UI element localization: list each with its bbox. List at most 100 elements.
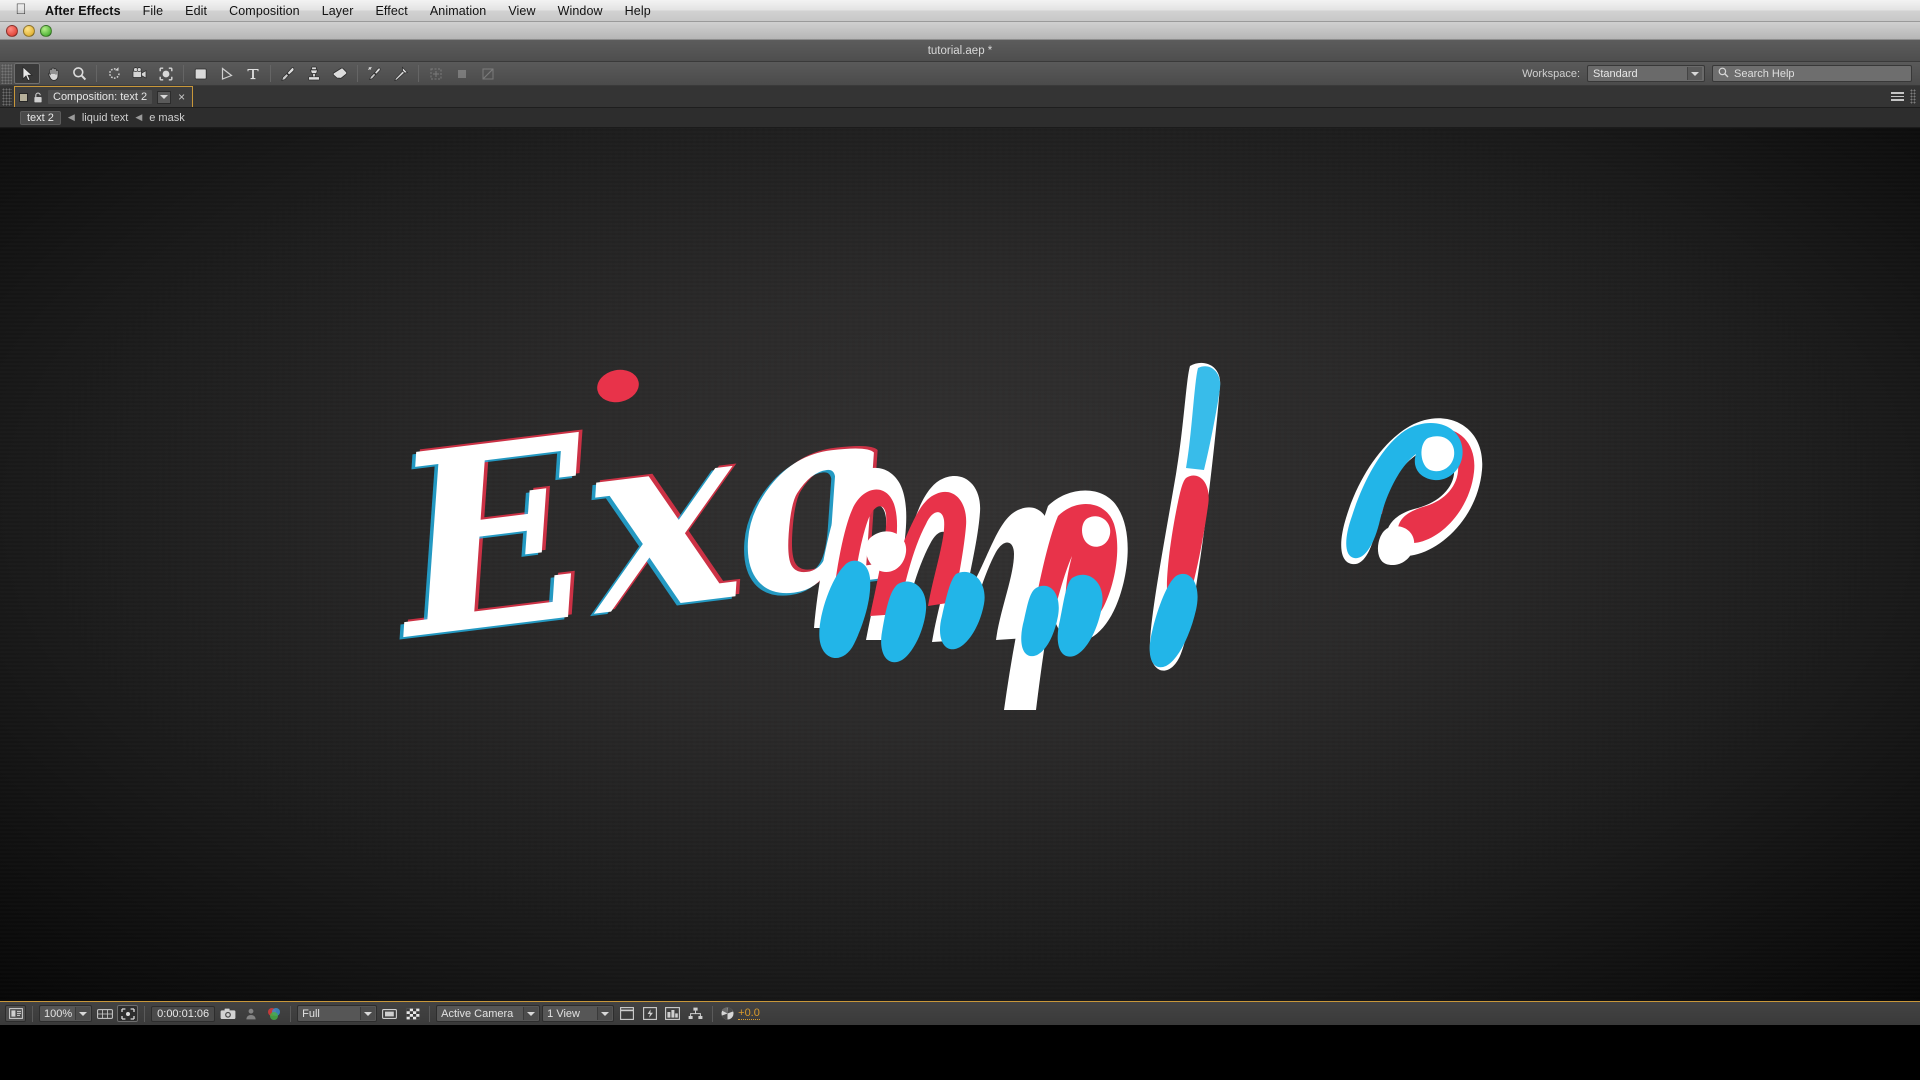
choose-grid-icon[interactable] [94, 1005, 115, 1022]
minimize-button[interactable] [23, 25, 35, 37]
panel-drag-grip[interactable] [2, 88, 12, 106]
window-title-bar: tutorial.aep * [0, 40, 1920, 62]
guides-icon[interactable] [616, 1005, 637, 1022]
stroke-swatch-icon [475, 63, 501, 84]
target-region-icon[interactable] [379, 1005, 400, 1022]
zoom-button[interactable] [40, 25, 52, 37]
breadcrumb: text 2 ◀ liquid text ◀ e mask [0, 108, 1920, 128]
toolbar-separator [270, 65, 271, 82]
camera-tool[interactable] [127, 63, 153, 84]
zoom-tool[interactable] [66, 63, 92, 84]
magnification-value: 100% [44, 1007, 73, 1020]
breadcrumb-item-text-2[interactable]: text 2 [20, 110, 61, 125]
chevron-down-icon[interactable] [75, 1007, 91, 1020]
close-button[interactable] [6, 25, 18, 37]
fill-swatch-icon [449, 63, 475, 84]
brush-tool[interactable] [275, 63, 301, 84]
left-triangle-icon: ◀ [67, 112, 75, 122]
view-layout-value: 1 View [547, 1007, 580, 1020]
desktop-background [0, 1025, 1920, 1080]
view-layout-select[interactable]: 1 View [542, 1005, 615, 1022]
close-x-icon[interactable]: × [176, 91, 187, 103]
rotation-tool[interactable] [101, 63, 127, 84]
tab-composition-text-2[interactable]: Composition: text 2 × [14, 86, 194, 107]
menu-edit[interactable]: Edit [174, 4, 218, 18]
toolbar-separator [183, 65, 184, 82]
menu-effect[interactable]: Effect [364, 4, 418, 18]
clone-stamp-tool[interactable] [301, 63, 327, 84]
menu-file[interactable]: File [132, 4, 175, 18]
panel-resize-grip[interactable] [1910, 89, 1916, 104]
search-help-input[interactable]: Search Help [1712, 65, 1912, 82]
tab-label: Composition: text 2 [48, 90, 153, 104]
preview-toggle-icon[interactable] [5, 1005, 26, 1022]
timeline-icon[interactable] [662, 1005, 683, 1022]
current-timecode[interactable]: 0:00:01:06 [151, 1005, 216, 1022]
flowchart-icon[interactable] [685, 1005, 706, 1022]
magnification-select[interactable]: 100% [39, 1005, 93, 1022]
fast-preview-icon[interactable] [639, 1005, 660, 1022]
menu-layer[interactable]: Layer [311, 4, 365, 18]
workspace-label: Workspace: [1522, 67, 1580, 80]
text-tool[interactable] [240, 63, 266, 84]
apple-logo-icon[interactable]:  [8, 2, 34, 19]
window-chrome [0, 22, 1920, 40]
menu-composition[interactable]: Composition [218, 4, 311, 18]
viewer-status-bar: 100% 0:00:01:06 Full Active Camera 1 Vie… [0, 1001, 1920, 1025]
lock-icon[interactable] [33, 92, 43, 103]
macos-menu-bar:  After Effects File Edit Composition La… [0, 0, 1920, 22]
puppet-pin-tool[interactable] [388, 63, 414, 84]
exposure-icon[interactable] [719, 1006, 736, 1021]
pan-behind-tool[interactable] [153, 63, 179, 84]
exposure-value[interactable]: +0.0 [738, 1007, 760, 1020]
menu-help[interactable]: Help [614, 4, 662, 18]
magnifier-icon [1718, 67, 1729, 81]
region-of-interest-icon[interactable] [117, 1005, 139, 1022]
pen-tool[interactable] [214, 63, 240, 84]
hand-tool[interactable] [40, 63, 66, 84]
workspace-select[interactable]: Standard [1587, 65, 1705, 82]
chevron-down-icon[interactable] [597, 1007, 613, 1020]
chevron-down-icon[interactable] [157, 90, 172, 104]
show-channel-icon[interactable] [263, 1005, 284, 1022]
status-separator [144, 1005, 146, 1022]
liquid-letter-e [1341, 418, 1483, 566]
chevron-down-icon[interactable] [1687, 67, 1702, 80]
roto-brush-tool[interactable] [362, 63, 388, 84]
app-name-label[interactable]: After Effects [34, 4, 132, 18]
breadcrumb-item-liquid-text[interactable]: liquid text [82, 112, 128, 124]
traffic-lights [6, 25, 52, 37]
selection-tool[interactable] [14, 63, 40, 84]
show-snapshot-icon [240, 1005, 261, 1022]
toolbar-separator [96, 65, 97, 82]
status-separator [712, 1005, 714, 1022]
artwork-svg: Exa Exa Exa [371, 340, 1483, 710]
status-separator [429, 1005, 431, 1022]
search-help-placeholder: Search Help [1734, 67, 1795, 80]
camera-view-value: Active Camera [441, 1007, 514, 1020]
menu-animation[interactable]: Animation [419, 4, 498, 18]
hamburger-menu-icon[interactable] [1891, 92, 1904, 101]
menu-window[interactable]: Window [547, 4, 614, 18]
liquid-letter-m [814, 467, 1051, 663]
snapping-icon [423, 63, 449, 84]
menu-view[interactable]: View [497, 4, 546, 18]
toolbar-drag-grip[interactable] [1, 63, 12, 84]
camera-view-select[interactable]: Active Camera [436, 1005, 541, 1022]
composition-viewer[interactable]: Exa Exa Exa [0, 128, 1920, 1001]
camera-snapshot-icon[interactable] [217, 1005, 238, 1022]
chevron-down-icon[interactable] [360, 1007, 376, 1020]
comp-thumbnail-icon [19, 92, 28, 102]
eraser-tool[interactable] [327, 63, 353, 84]
shape-tool[interactable] [188, 63, 214, 84]
breadcrumb-item-e-mask[interactable]: e mask [149, 112, 184, 124]
status-separator [32, 1005, 33, 1022]
resolution-value: Full [302, 1007, 320, 1020]
chevron-down-icon[interactable] [523, 1007, 539, 1020]
left-triangle-icon: ◀ [135, 112, 143, 122]
resolution-select[interactable]: Full [297, 1005, 378, 1022]
document-title: tutorial.aep * [927, 44, 993, 57]
toolbar-separator [418, 65, 419, 82]
transparency-grid-icon[interactable] [402, 1005, 423, 1022]
toolbar-separator [357, 65, 358, 82]
